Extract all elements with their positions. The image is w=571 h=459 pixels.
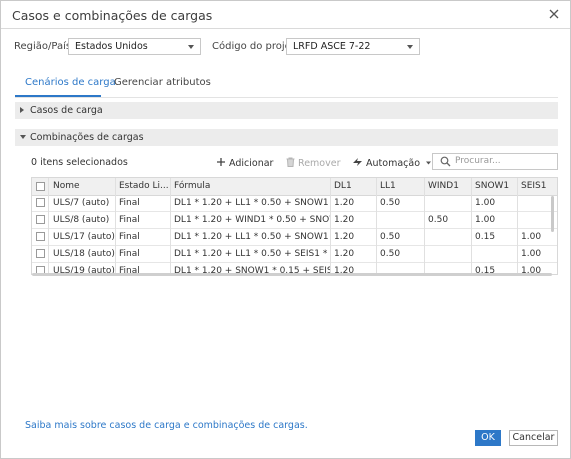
table-row[interactable]: ULS/18 (auto) Final DL1 * 1.20 + LL1 * 0…	[32, 246, 557, 263]
cell-formula: DL1 * 1.20 + LL1 * 0.50 + SEIS1 * 1.00	[174, 249, 330, 259]
cell-ll1: 0.50	[380, 198, 401, 208]
ok-button[interactable]: OK	[475, 430, 501, 446]
cell-snow1: 0.15	[475, 232, 496, 242]
region-label: Região/País:	[14, 41, 75, 52]
cell-seis1: 1.00	[521, 249, 542, 259]
row-checkbox[interactable]	[36, 249, 45, 258]
row-checkbox[interactable]	[36, 198, 45, 207]
cell-dl1: 1.20	[334, 232, 355, 242]
row-checkbox[interactable]	[36, 215, 45, 224]
project-code-select-value: LRFD ASCE 7-22	[293, 41, 371, 52]
load-combinations-table: Nome Estado Li... Fórmula DL1 LL1 WIND1 …	[31, 177, 558, 275]
cell-formula: DL1 * 1.20 + LL1 * 0.50 + SNOW1 * 0.15 .…	[174, 232, 330, 242]
column-header-dl1[interactable]: DL1	[330, 178, 376, 195]
table-row[interactable]: ULS/8 (auto) Final DL1 * 1.20 + WIND1 * …	[32, 212, 557, 229]
column-divider	[170, 178, 171, 274]
trash-icon	[286, 157, 295, 167]
project-code-select[interactable]: LRFD ASCE 7-22	[286, 38, 420, 55]
table-header: Nome Estado Li... Fórmula DL1 LL1 WIND1 …	[32, 178, 557, 196]
chevron-down-icon	[188, 45, 194, 49]
cell-limit-state: Final	[119, 249, 140, 259]
column-header-seis1[interactable]: SEIS1	[517, 178, 557, 195]
table-row[interactable]: ULS/17 (auto) Final DL1 * 1.20 + LL1 * 0…	[32, 229, 557, 246]
cell-snow1: 1.00	[475, 215, 496, 225]
title-divider	[1, 28, 570, 29]
vertical-scrollbar[interactable]	[551, 196, 554, 232]
cell-ll1	[376, 212, 424, 229]
select-all-checkbox[interactable]	[36, 182, 45, 191]
cell-snow1	[471, 246, 517, 263]
cell-wind1	[424, 195, 471, 212]
load-combinations-dialog: Casos e combinações de cargas Região/Paí…	[0, 0, 571, 459]
cell-name: ULS/7 (auto)	[53, 198, 110, 208]
close-icon[interactable]	[547, 7, 561, 21]
remove-button-label: Remover	[298, 158, 341, 169]
tab-load-scenarios[interactable]: Cenários de carga	[25, 77, 116, 88]
region-select[interactable]: Estados Unidos	[68, 38, 201, 55]
column-divider	[471, 178, 472, 274]
column-header-name[interactable]: Nome	[49, 178, 116, 195]
cell-ll1: 0.50	[380, 249, 401, 259]
cell-name: ULS/18 (auto)	[53, 249, 115, 259]
tab-manage-attributes[interactable]: Gerenciar atributos	[114, 77, 211, 88]
chevron-down-icon	[426, 161, 432, 165]
cell-wind1	[424, 229, 471, 246]
column-header-wind1[interactable]: WIND1	[424, 178, 471, 195]
column-divider	[376, 178, 377, 274]
dialog-title: Casos e combinações de cargas	[12, 8, 213, 23]
add-button[interactable]: Adicionar	[216, 157, 273, 169]
help-link[interactable]: Saiba mais sobre casos de carga e combin…	[25, 420, 308, 431]
chevron-down-icon	[407, 45, 413, 49]
cell-limit-state: Final	[119, 198, 140, 208]
cell-name: ULS/8 (auto)	[53, 215, 110, 225]
cell-dl1: 1.20	[334, 198, 355, 208]
search-box[interactable]	[432, 153, 558, 170]
tab-divider	[15, 97, 558, 98]
section-load-cases[interactable]: Casos de carga	[15, 102, 558, 119]
remove-button[interactable]: Remover	[286, 157, 341, 169]
row-checkbox[interactable]	[36, 232, 45, 241]
cell-dl1: 1.20	[334, 215, 355, 225]
cell-snow1: 1.00	[475, 198, 496, 208]
column-divider	[424, 178, 425, 274]
cell-name: ULS/17 (auto)	[53, 232, 115, 242]
column-divider	[115, 178, 116, 274]
column-header-snow1[interactable]: SNOW1	[471, 178, 517, 195]
cell-formula: DL1 * 1.20 + WIND1 * 0.50 + SNOW1 * 1...	[174, 215, 330, 225]
column-header-limit-state[interactable]: Estado Li...	[115, 178, 170, 195]
cell-ll1: 0.50	[380, 232, 401, 242]
horizontal-scrollbar[interactable]	[32, 273, 552, 276]
cell-wind1: 0.50	[428, 215, 449, 225]
automation-button-label: Automação	[366, 158, 421, 169]
column-header-formula[interactable]: Fórmula	[170, 178, 330, 195]
cell-limit-state: Final	[119, 232, 140, 242]
cancel-button[interactable]: Cancelar	[509, 430, 558, 446]
section-title: Combinações de cargas	[30, 132, 144, 143]
column-header-ll1[interactable]: LL1	[376, 178, 424, 195]
cell-dl1: 1.20	[334, 249, 355, 259]
section-load-combinations[interactable]: Combinações de cargas	[15, 129, 558, 146]
column-divider	[330, 178, 331, 274]
search-input[interactable]	[455, 155, 551, 167]
section-title: Casos de carga	[30, 105, 103, 116]
chevron-down-icon	[20, 135, 26, 139]
add-button-label: Adicionar	[229, 158, 274, 169]
selected-count: 0 itens selecionados	[31, 157, 128, 168]
table-row[interactable]: ULS/7 (auto) Final DL1 * 1.20 + LL1 * 0.…	[32, 195, 557, 212]
automation-button[interactable]: Automação	[352, 157, 432, 169]
automation-icon	[353, 158, 362, 166]
region-select-value: Estados Unidos	[75, 41, 148, 52]
cell-limit-state: Final	[119, 215, 140, 225]
column-divider	[48, 178, 49, 274]
search-icon	[440, 156, 451, 167]
chevron-right-icon	[20, 107, 24, 113]
column-divider	[517, 178, 518, 274]
cell-formula: DL1 * 1.20 + LL1 * 0.50 + SNOW1 * 1.00	[174, 198, 330, 208]
cell-wind1	[424, 246, 471, 263]
plus-icon	[217, 158, 225, 166]
